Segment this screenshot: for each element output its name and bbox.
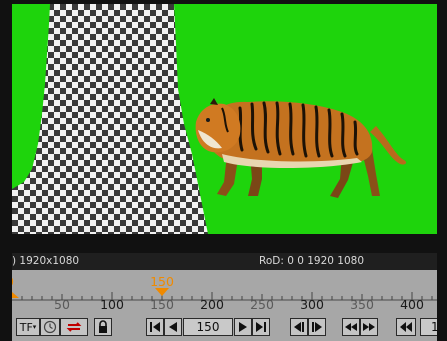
info-bar: ) 1920x1080 RoD: 0 0 1920 1080: [12, 253, 437, 270]
loop-icon: [66, 322, 82, 332]
first-frame-icon: [150, 322, 160, 332]
clock-button[interactable]: [40, 318, 60, 336]
loop-button[interactable]: [60, 318, 88, 336]
play-backward-icon: [169, 322, 177, 332]
previous-keyframe-button[interactable]: [342, 318, 360, 336]
tf-label: TF: [19, 320, 33, 334]
rod-info: RoD: 0 0 1920 1080: [259, 255, 365, 267]
last-frame-icon: [256, 322, 266, 332]
next-keyframe-icon: [363, 323, 375, 331]
playhead-icon: [155, 288, 169, 296]
format-info: ) 1920x1080: [12, 255, 80, 267]
tick-label: 350: [350, 297, 374, 312]
previous-frame-button[interactable]: [290, 318, 308, 336]
tick-label: 150: [150, 297, 174, 312]
previous-keyframe-icon: [345, 323, 357, 331]
current-frame-label: 150: [150, 274, 174, 289]
rewind-icon: [400, 322, 412, 332]
play-backward-button[interactable]: [164, 318, 182, 336]
increment-input[interactable]: 1: [420, 318, 437, 336]
previous-frame-icon: [294, 322, 304, 332]
timeline-format-select[interactable]: TF ▾: [16, 318, 40, 336]
tick-label: 200: [200, 297, 224, 312]
tick-label: 250: [250, 297, 274, 312]
tick-label: 50: [54, 297, 70, 312]
tick-label: 300: [300, 297, 324, 312]
tick-label: 400: [400, 297, 424, 312]
current-frame-input[interactable]: 150: [183, 318, 233, 336]
play-forward-button[interactable]: [234, 318, 252, 336]
start-marker-label: 0: [12, 274, 14, 289]
timeline[interactable]: 0 150 50 100 150 200 250 300 350 400: [12, 270, 437, 317]
lock-button[interactable]: [94, 318, 112, 336]
rewind-button[interactable]: [396, 318, 416, 336]
next-keyframe-button[interactable]: [360, 318, 378, 336]
last-frame-button[interactable]: [252, 318, 270, 336]
play-forward-icon: [239, 322, 247, 332]
viewer-canvas[interactable]: [12, 4, 437, 234]
tick-label: 100: [100, 297, 124, 312]
clock-icon: [43, 320, 57, 334]
lock-icon: [99, 320, 107, 333]
start-marker-icon: [12, 292, 19, 298]
next-frame-icon: [312, 322, 322, 332]
first-frame-button[interactable]: [146, 318, 164, 336]
viewer-image: [12, 4, 437, 234]
next-frame-button[interactable]: [308, 318, 326, 336]
playback-controls: TF ▾ 150 1: [12, 317, 437, 341]
